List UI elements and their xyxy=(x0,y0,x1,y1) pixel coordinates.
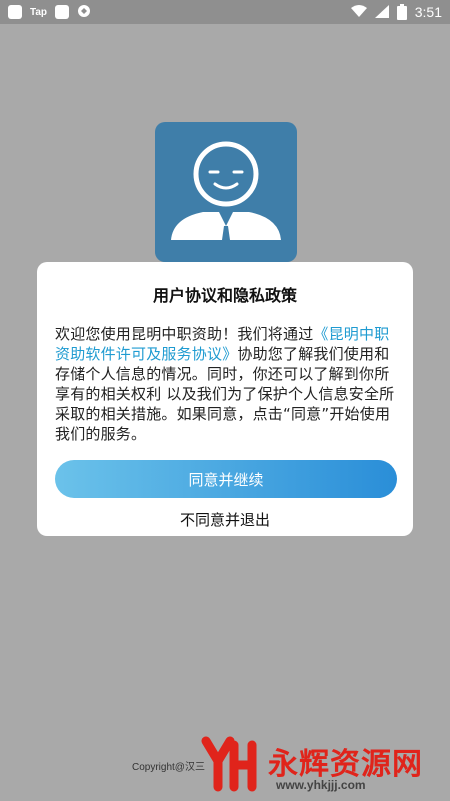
battery-icon xyxy=(396,4,407,20)
dialog-body: 欢迎您使用昆明中职资助！我们将通过《昆明中职资助软件许可及服务协议》协助您了解我… xyxy=(55,324,395,444)
wifi-icon xyxy=(350,3,367,22)
watermark-text: 永辉资源网 xyxy=(268,747,423,782)
copyright-text: Copyright@汉三 xyxy=(132,762,205,773)
site-watermark: 永辉资源网 www.yhkjjj.com xyxy=(198,735,450,797)
status-app-label: Tap xyxy=(30,6,48,18)
disagree-button[interactable]: 不同意并退出 xyxy=(174,508,276,531)
dialog-title: 用户协议和隐私政策 xyxy=(152,286,297,305)
app-square-icon xyxy=(8,5,22,19)
dialog-intro-text: 欢迎您使用昆明中职资助！我们将通过 xyxy=(55,325,314,343)
watermark-url: www.yhkjjj.com xyxy=(276,778,366,792)
smiling-person-icon xyxy=(171,141,281,240)
app-logo xyxy=(155,122,297,262)
notification-square-icon xyxy=(55,5,70,19)
status-time: 3:51 xyxy=(414,4,442,20)
agree-button[interactable]: 同意并继续 xyxy=(55,460,397,498)
signal-icon xyxy=(374,3,389,22)
status-bar: Tap 3:51 xyxy=(0,0,450,24)
sync-icon xyxy=(77,3,91,22)
privacy-dialog: 用户协议和隐私政策 欢迎您使用昆明中职资助！我们将通过《昆明中职资助软件许可及服… xyxy=(37,262,413,536)
